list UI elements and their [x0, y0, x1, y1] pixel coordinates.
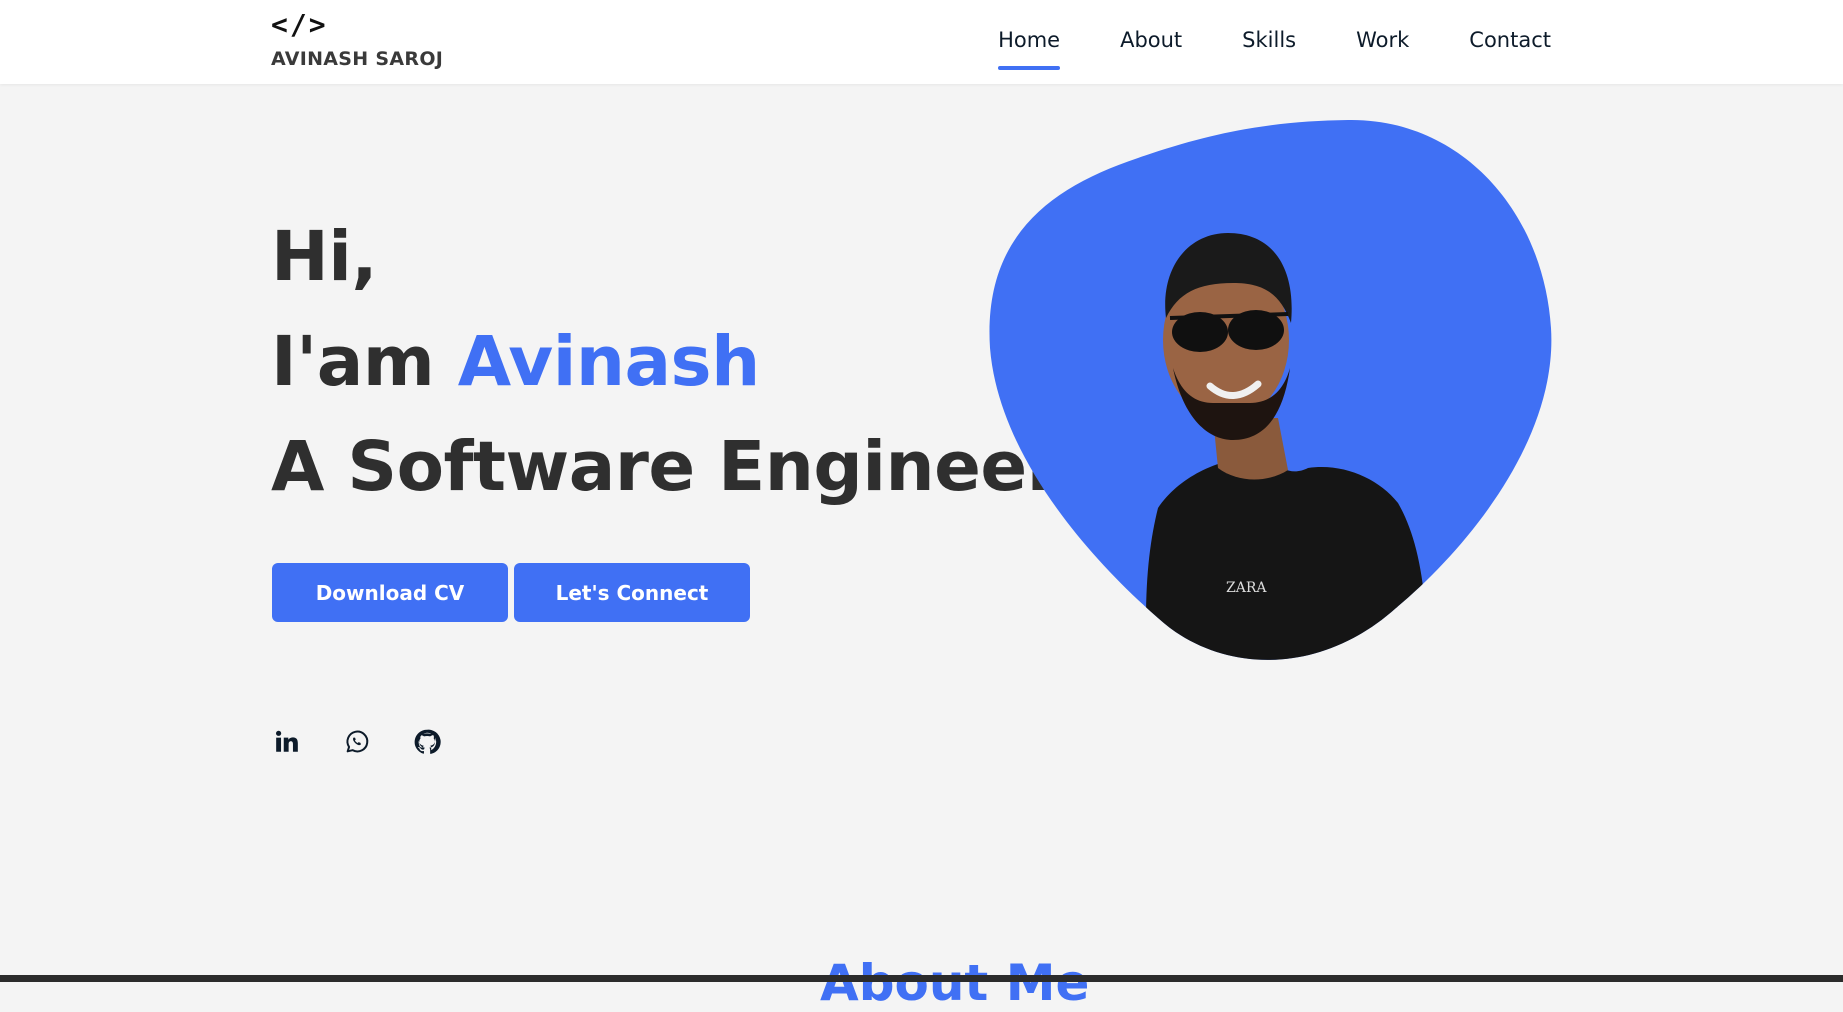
hero-name: Avinash	[457, 322, 760, 402]
hero-heading: Hi, I'am Avinash A Software Engineer	[271, 205, 1061, 520]
profile-photo: ZARA	[989, 119, 1552, 660]
nav-about[interactable]: About	[1120, 26, 1182, 54]
hero-greeting: Hi,	[271, 217, 378, 297]
github-icon[interactable]	[412, 727, 442, 757]
lets-connect-button[interactable]: Let's Connect	[514, 563, 750, 622]
nav-contact[interactable]: Contact	[1469, 26, 1551, 54]
logo-name: AVINASH SAROJ	[271, 48, 444, 70]
hero-role: A Software Engineer	[271, 427, 1061, 507]
site-header: </> AVINASH SAROJ Home About Skills Work…	[0, 0, 1843, 84]
logo[interactable]: </> AVINASH SAROJ	[271, 8, 443, 70]
linkedin-icon[interactable]	[272, 727, 302, 757]
code-logo-icon: </>	[271, 8, 328, 41]
whatsapp-icon[interactable]	[342, 727, 372, 757]
taskbar-strip	[0, 975, 1843, 982]
hero-image: ZARA	[988, 118, 1553, 668]
social-links	[272, 727, 482, 757]
nav-skills[interactable]: Skills	[1242, 26, 1296, 54]
hero-intro: I'am Avinash	[271, 310, 1060, 415]
shirt-logo: ZARA	[1226, 580, 1267, 596]
nav-work[interactable]: Work	[1356, 26, 1409, 54]
next-section-heading: About Me	[820, 954, 1090, 1012]
hero-buttons: Download CV Let's Connect	[272, 563, 756, 622]
download-cv-button[interactable]: Download CV	[272, 563, 508, 622]
nav-home[interactable]: Home	[998, 26, 1061, 70]
main-nav: Home About Skills Work Contact	[938, 26, 1551, 70]
hero-intro-prefix: I'am	[271, 322, 458, 402]
